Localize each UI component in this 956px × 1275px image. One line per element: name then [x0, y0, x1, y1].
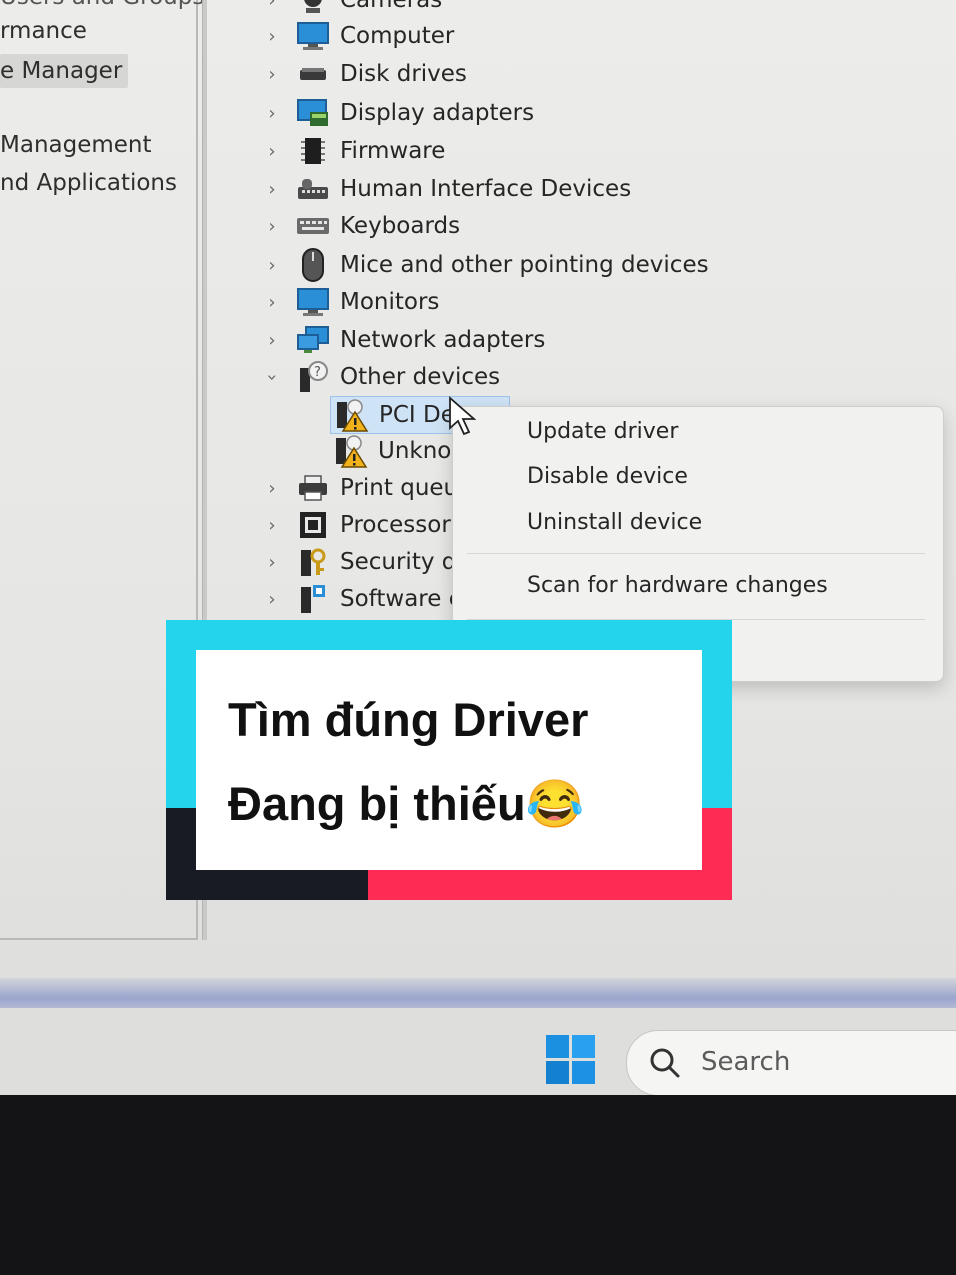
- taskbar-search-box[interactable]: Search: [626, 1030, 956, 1095]
- tree-item-computer[interactable]: › Computer: [262, 18, 454, 54]
- tree-item-network-adapters[interactable]: › Network adapters: [262, 322, 545, 358]
- tree-item-firmware[interactable]: › Firmware: [262, 133, 445, 169]
- search-placeholder: Search: [701, 1047, 791, 1077]
- left-nav-item-performance[interactable]: rmance: [0, 18, 93, 44]
- chevron-right-icon[interactable]: ›: [262, 103, 282, 124]
- tree-item-keyboards[interactable]: › Keyboards: [262, 208, 460, 244]
- chevron-right-icon[interactable]: ›: [262, 0, 282, 11]
- hid-icon: [296, 174, 330, 204]
- processor-icon: [296, 510, 330, 540]
- security-device-icon: [296, 547, 330, 577]
- svg-text:?: ?: [314, 365, 321, 380]
- chevron-down-icon[interactable]: ›: [262, 367, 283, 387]
- display-adapter-icon: [296, 98, 330, 128]
- tree-item-software-components[interactable]: › Software c: [262, 581, 461, 617]
- tree-item-display-adapters[interactable]: › Display adapters: [262, 95, 534, 131]
- mouse-icon: [296, 248, 330, 282]
- left-nav-item-services-applications[interactable]: nd Applications: [0, 170, 183, 196]
- network-adapter-icon: [296, 325, 330, 355]
- tree-item-security-devices[interactable]: › Security de: [262, 544, 471, 580]
- chevron-right-icon[interactable]: ›: [262, 515, 282, 536]
- menu-item-update-driver[interactable]: Update driver: [527, 419, 678, 444]
- tree-item-mice[interactable]: › Mice and other pointing devices: [262, 247, 709, 283]
- menu-separator: [467, 553, 925, 554]
- screen: Users and Groups rmance e Manager Manage…: [0, 0, 956, 1095]
- unknown-device-icon: ?: [296, 361, 330, 392]
- camera-icon: [296, 0, 330, 15]
- tree-item-monitors[interactable]: › Monitors: [262, 284, 439, 320]
- computer-icon: [296, 21, 330, 51]
- monitor-icon: [296, 287, 330, 317]
- chevron-right-icon[interactable]: ›: [262, 255, 282, 276]
- tree-item-human-interface-devices[interactable]: › Human Interface Devices: [262, 171, 631, 207]
- start-button[interactable]: [546, 1035, 596, 1085]
- menu-item-scan-hardware[interactable]: Scan for hardware changes: [527, 573, 828, 598]
- chevron-right-icon[interactable]: ›: [262, 292, 282, 313]
- left-nav-item-device-manager[interactable]: e Manager: [0, 54, 129, 88]
- tree-item-disk-drives[interactable]: › Disk drives: [262, 56, 467, 92]
- left-nav-item-management[interactable]: Management: [0, 132, 158, 158]
- left-nav-item-users-groups[interactable]: Users and Groups: [0, 0, 210, 10]
- tree-item-cameras[interactable]: › Cameras: [262, 0, 442, 18]
- chevron-right-icon[interactable]: ›: [262, 141, 282, 162]
- chevron-right-icon[interactable]: ›: [262, 552, 282, 573]
- disk-drive-icon: [296, 59, 330, 89]
- firmware-icon: [296, 136, 330, 166]
- tree-item-print-queues[interactable]: › Print queu: [262, 470, 458, 506]
- chevron-right-icon[interactable]: ›: [262, 64, 282, 85]
- keyboard-icon: [296, 211, 330, 241]
- tree-item-processors[interactable]: › Processors: [262, 507, 463, 543]
- chevron-right-icon[interactable]: ›: [262, 330, 282, 351]
- chevron-right-icon[interactable]: ›: [262, 179, 282, 200]
- tree-item-other-devices[interactable]: › ? Other devices: [262, 359, 500, 395]
- caption-box: Tìm đúng Driver Đang bị thiếu😂: [196, 650, 702, 870]
- menu-item-disable-device[interactable]: Disable device: [527, 464, 688, 489]
- menu-item-uninstall-device[interactable]: Uninstall device: [527, 510, 702, 535]
- warning-device-icon: [334, 435, 368, 468]
- monitor-bezel: [0, 1095, 956, 1275]
- search-icon: [650, 1048, 680, 1078]
- chevron-right-icon[interactable]: ›: [262, 26, 282, 47]
- windows-logo-icon: [546, 1035, 595, 1084]
- chevron-right-icon[interactable]: ›: [262, 216, 282, 237]
- mouse-cursor-icon: [448, 396, 478, 440]
- caption-line-2: Đang bị thiếu😂: [228, 777, 585, 830]
- printer-icon: [296, 473, 330, 503]
- software-component-icon: [296, 584, 330, 614]
- chevron-right-icon[interactable]: ›: [262, 589, 282, 610]
- tree-item-unknown-device[interactable]: Unkno: [330, 433, 451, 469]
- caption-line-1: Tìm đúng Driver: [228, 693, 589, 746]
- warning-device-icon: [335, 399, 369, 432]
- chevron-right-icon[interactable]: ›: [262, 478, 282, 499]
